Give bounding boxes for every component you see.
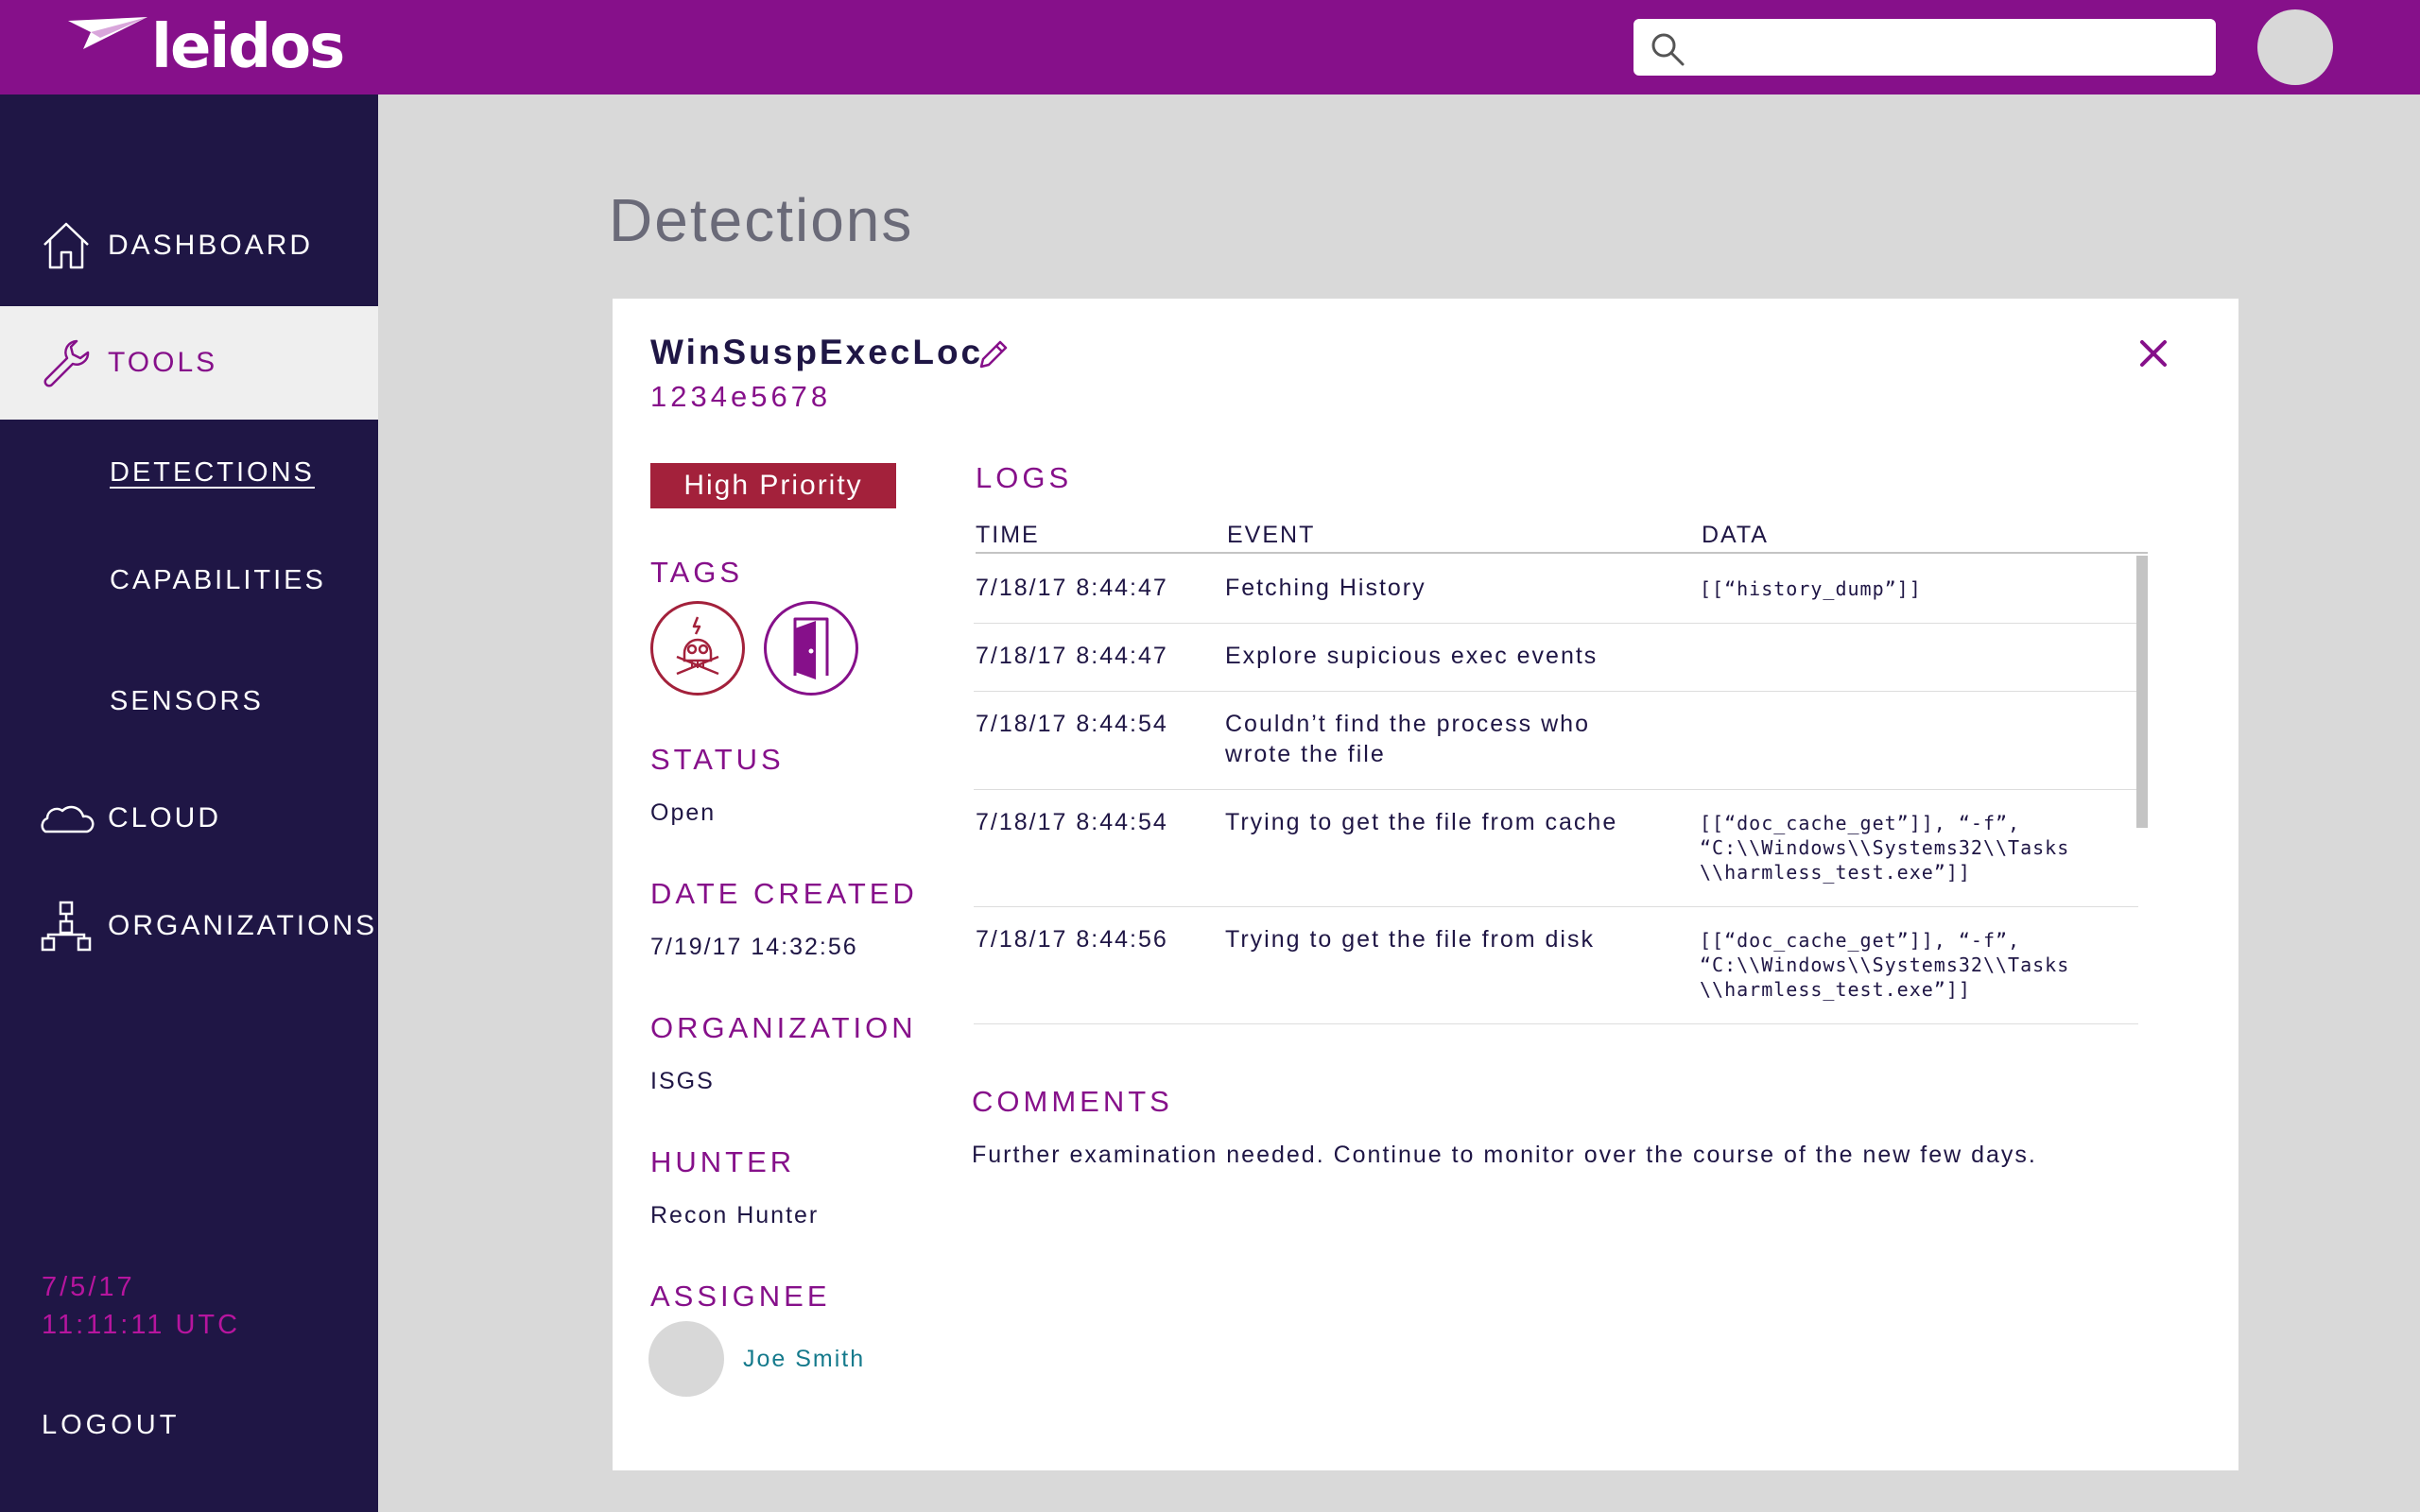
clock-date: 7/5/17 (42, 1272, 135, 1302)
logout-button[interactable]: LOGOUT (42, 1410, 180, 1441)
sidebar-item-label: TOOLS (108, 347, 218, 378)
tag-door[interactable] (764, 601, 858, 696)
log-event: Trying to get the file from disk (1225, 926, 1595, 953)
log-time: 7/18/17 8:44:56 (976, 926, 1168, 953)
log-time: 7/18/17 8:44:54 (976, 809, 1168, 835)
date-created-value: 7/19/17 14:32:56 (650, 934, 858, 960)
sidebar-item-label: CLOUD (108, 802, 222, 833)
comments-text: Further examination needed. Continue to … (972, 1142, 2037, 1168)
detection-detail-card: WinSuspExecLoc 1234e5678 High Priority T… (613, 299, 2238, 1470)
sidebar-item-organizations[interactable]: ORGANIZATIONS (0, 886, 378, 966)
log-time: 7/18/17 8:44:54 (976, 711, 1168, 737)
top-bar: leidos (0, 0, 2420, 94)
comments-title: COMMENTS (972, 1085, 1173, 1118)
log-data: [[“doc_cache_get”]], “-f”, “C:\\Windows\… (1700, 929, 2070, 1001)
pencil-icon[interactable] (977, 338, 1010, 370)
priority-badge: High Priority (650, 463, 896, 508)
tags-label: TAGS (650, 556, 744, 589)
sidebar-item-label: ORGANIZATIONS (108, 910, 378, 941)
search-icon (1651, 33, 1685, 66)
sidebar-subitem-detections[interactable]: DETECTIONS (110, 457, 315, 489)
page-title: Detections (609, 186, 914, 254)
door-icon (793, 617, 829, 679)
log-event: Explore supicious exec events (1225, 643, 1599, 669)
logs-title: LOGS (976, 461, 1073, 494)
skull-icon (676, 616, 719, 676)
organization-value: ISGS (650, 1068, 715, 1094)
sidebar-item-tools[interactable]: TOOLS (0, 306, 378, 420)
org-chart-icon (38, 901, 95, 952)
column-header-time: TIME (976, 522, 1040, 548)
hunter-label: HUNTER (650, 1145, 796, 1178)
sidebar-item-dashboard[interactable]: DASHBOARD (0, 208, 378, 284)
wrench-icon (38, 337, 95, 388)
log-event: Couldn’t find the process who wrote the … (1225, 711, 1590, 767)
assignee-avatar[interactable] (648, 1321, 724, 1397)
log-data: [[“history_dump”]] (1700, 577, 1922, 600)
tag-skull[interactable] (650, 601, 745, 696)
detection-name: WinSuspExecLoc (650, 333, 984, 371)
logs-table-body[interactable]: 7/18/17 8:44:47 Fetching History [[“hist… (974, 556, 2148, 1028)
sidebar-subitem-capabilities[interactable]: CAPABILITIES (110, 565, 326, 596)
log-time: 7/18/17 8:44:47 (976, 575, 1168, 601)
table-row[interactable]: 7/18/17 8:44:56 Trying to get the file f… (974, 907, 2138, 1024)
logs-scrollbar[interactable] (2136, 556, 2148, 828)
log-time: 7/18/17 8:44:47 (976, 643, 1168, 669)
table-row[interactable]: 7/18/17 8:44:54 Couldn’t find the proces… (974, 692, 2138, 790)
paper-plane-icon (68, 17, 147, 49)
home-icon (38, 220, 95, 271)
table-row[interactable]: 7/18/17 8:44:54 Trying to get the file f… (974, 790, 2138, 907)
sidebar-subitem-sensors[interactable]: SENSORS (110, 686, 264, 717)
date-created-label: DATE CREATED (650, 877, 918, 910)
assignee-label: ASSIGNEE (650, 1280, 831, 1313)
table-row[interactable]: 7/18/17 8:44:47 Fetching History [[“hist… (974, 556, 2138, 624)
close-icon[interactable] (2135, 335, 2172, 372)
sidebar-clock: 7/5/17 11:11:11 UTC (42, 1268, 240, 1344)
logs-table-header: TIME EVENT DATA (976, 522, 2148, 554)
sidebar-item-cloud[interactable]: CLOUD (0, 781, 378, 856)
hunter-value: Recon Hunter (650, 1202, 820, 1228)
search-input[interactable] (1692, 26, 2203, 68)
status-value: Open (650, 799, 717, 826)
status-label: STATUS (650, 743, 785, 776)
cloud-icon (38, 801, 95, 835)
log-event: Trying to get the file from cache (1225, 809, 1618, 835)
column-header-data: DATA (1702, 522, 1769, 548)
user-avatar[interactable] (2257, 9, 2333, 85)
logo-text: leidos (151, 12, 345, 82)
sidebar-item-label: DASHBOARD (108, 230, 314, 261)
sidebar: DASHBOARD TOOLS DETECTIONS CAPABILITIES … (0, 94, 378, 1512)
log-data: [[“doc_cache_get”]], “-f”, “C:\\Windows\… (1700, 812, 2070, 884)
clock-time: 11:11:11 UTC (42, 1310, 241, 1340)
assignee-name[interactable]: Joe Smith (743, 1346, 865, 1373)
search-box[interactable] (1634, 19, 2216, 76)
leidos-logo[interactable]: leidos (68, 12, 345, 82)
log-event: Fetching History (1225, 575, 1426, 601)
detection-id: 1234e5678 (650, 380, 832, 413)
organization-label: ORGANIZATION (650, 1011, 917, 1044)
column-header-event: EVENT (1227, 522, 1316, 548)
table-row[interactable]: 7/18/17 8:44:47 Explore supicious exec e… (974, 624, 2138, 692)
